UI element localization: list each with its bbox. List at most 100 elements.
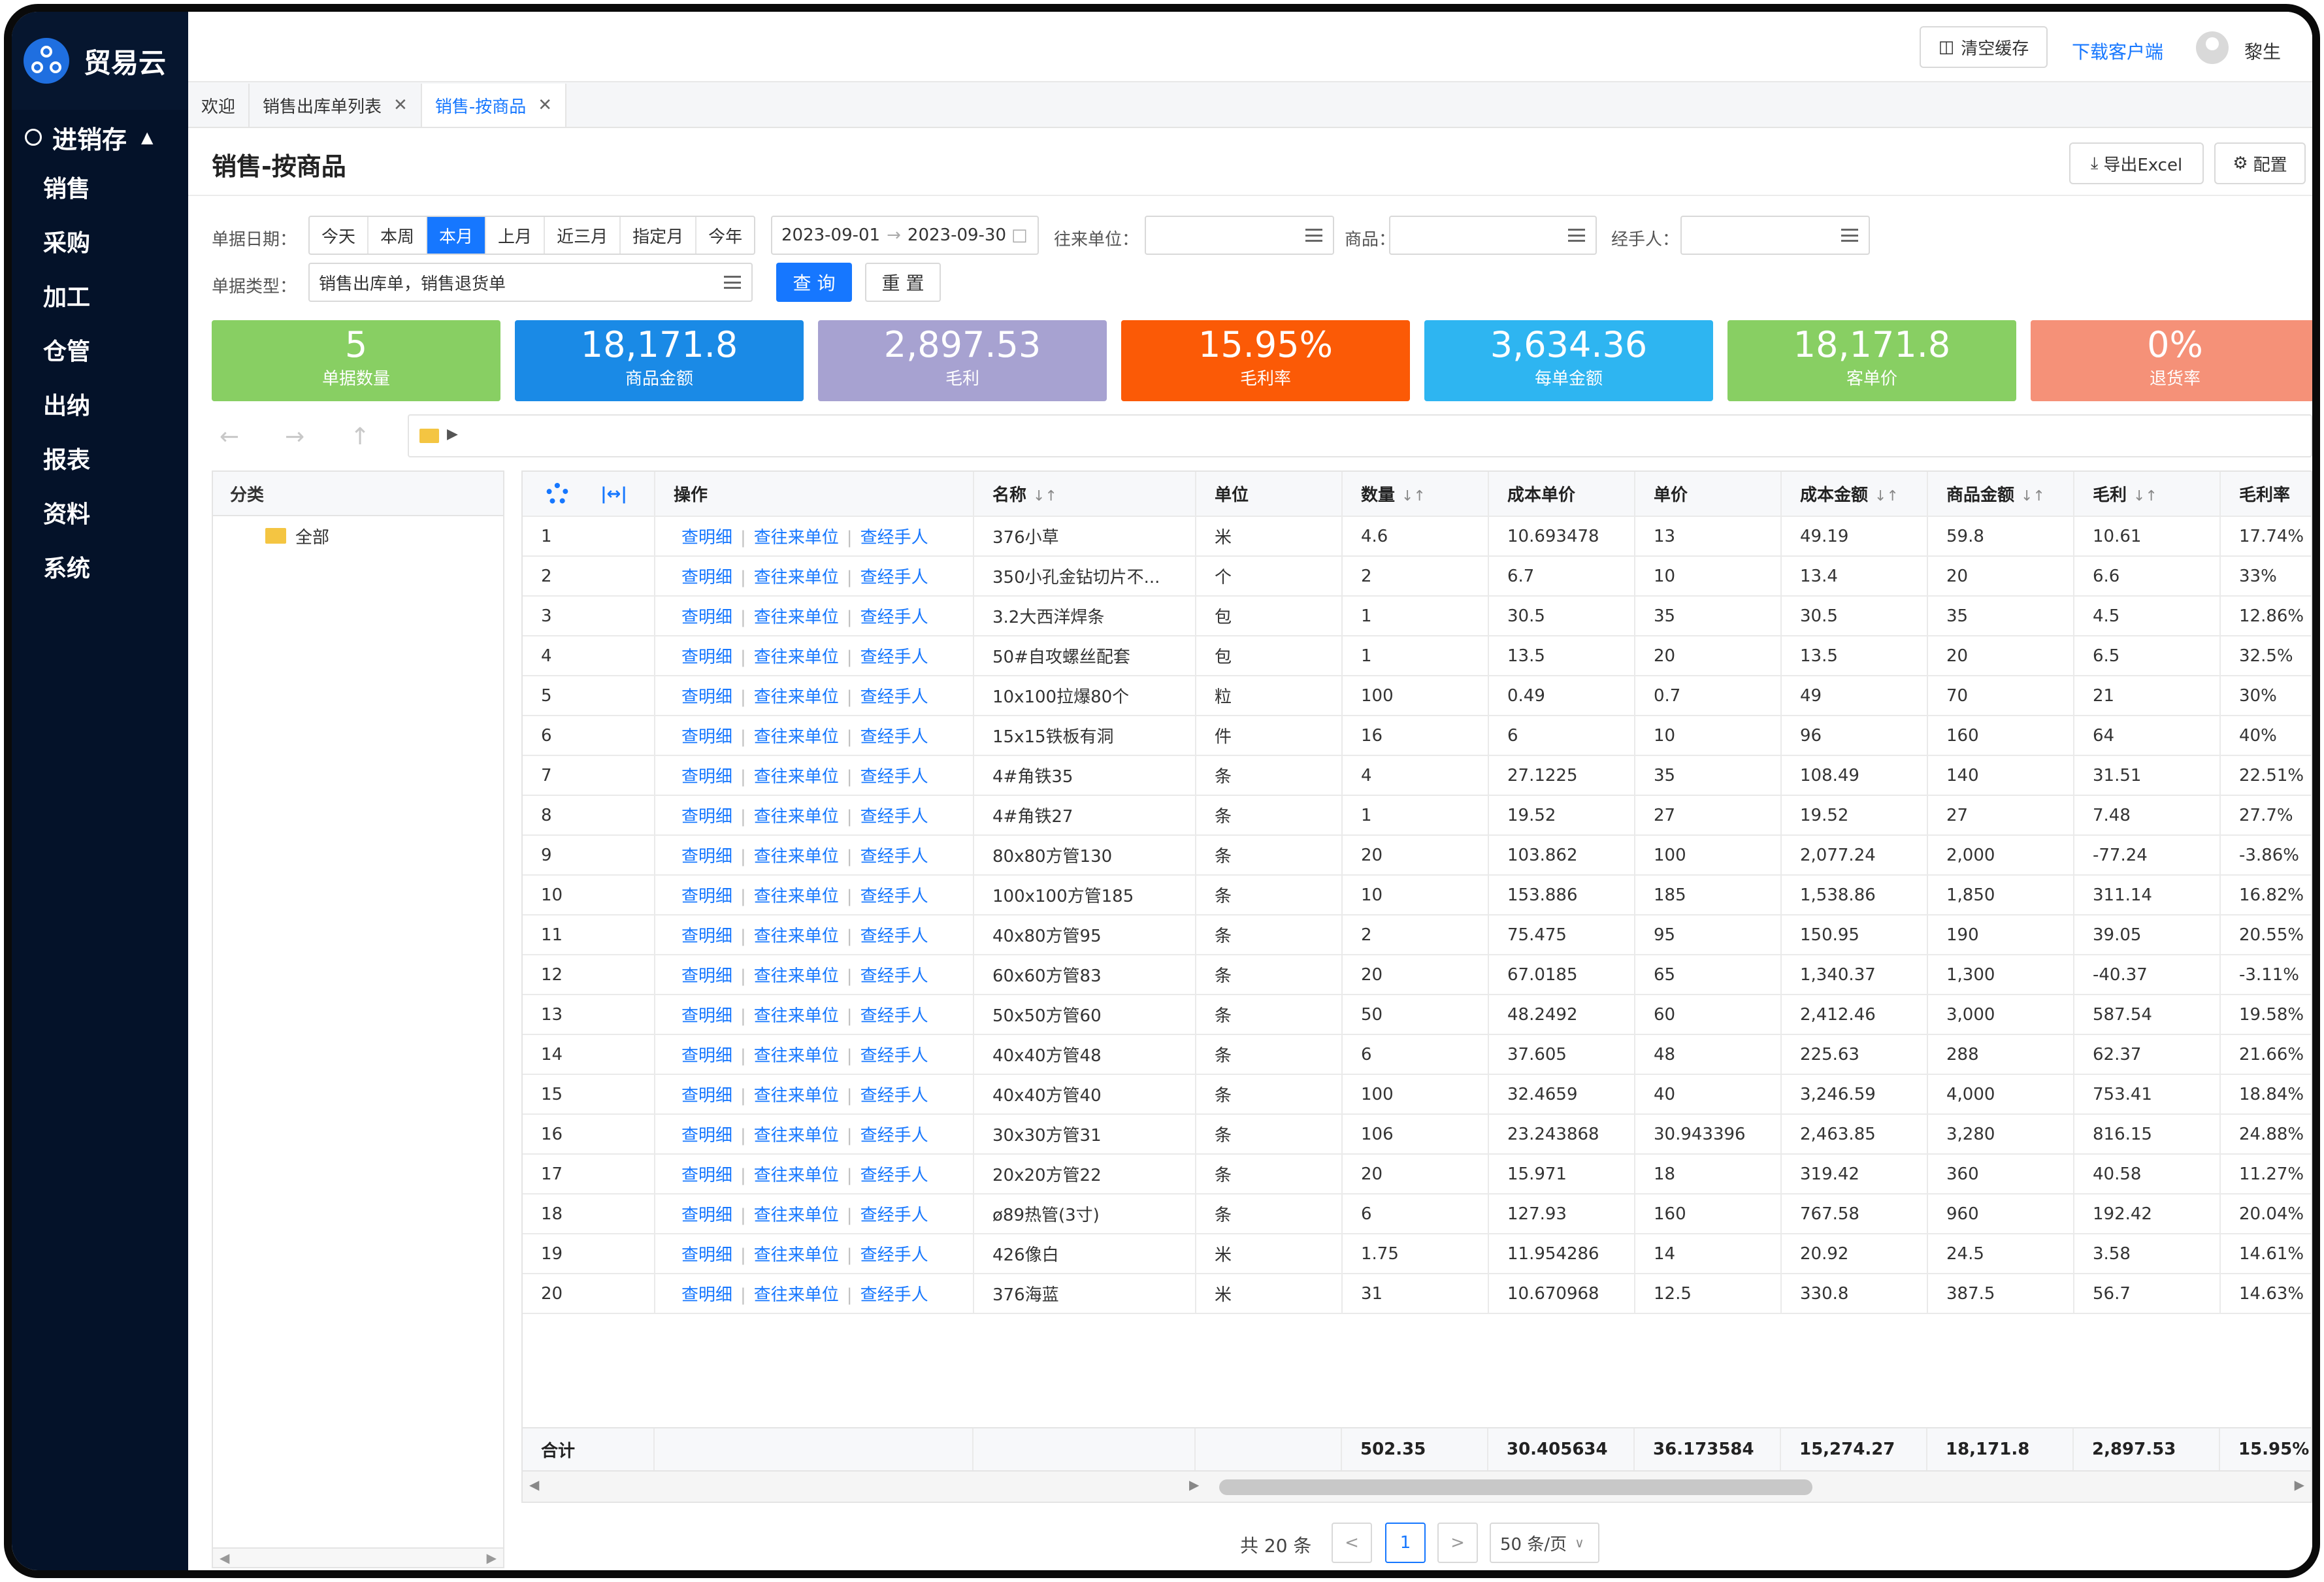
config-button[interactable]: ⚙ 配置 bbox=[2214, 142, 2306, 184]
action-detail-link[interactable]: 查明细 bbox=[681, 1046, 732, 1066]
clear-cache-button[interactable]: ◫ 清空缓存 bbox=[1920, 26, 2048, 68]
back-arrow-icon[interactable]: ← bbox=[220, 423, 239, 450]
sidebar-item-purchase[interactable]: 采购 bbox=[12, 214, 188, 268]
action-handler-link[interactable]: 查经手人 bbox=[860, 1006, 928, 1026]
export-excel-button[interactable]: ⤓ 导出Excel bbox=[2069, 142, 2204, 184]
date-range-picker[interactable]: 2023-09-01 → 2023-09-30 □ bbox=[771, 216, 1039, 255]
sidebar-item-data[interactable]: 资料 bbox=[12, 485, 188, 539]
partner-input[interactable] bbox=[1145, 216, 1334, 255]
list-icon[interactable] bbox=[724, 276, 741, 289]
date-option-year[interactable]: 今年 bbox=[696, 217, 754, 254]
action-detail-link[interactable]: 查明细 bbox=[681, 767, 732, 787]
sort-icon[interactable]: ↓↑ bbox=[2021, 488, 2045, 504]
action-handler-link[interactable]: 查经手人 bbox=[860, 767, 928, 787]
action-detail-link[interactable]: 查明细 bbox=[681, 927, 732, 946]
sidebar-item-reports[interactable]: 报表 bbox=[12, 431, 188, 485]
action-partner-link[interactable]: 查往来单位 bbox=[754, 887, 839, 906]
sort-icon[interactable]: ↓↑ bbox=[1033, 488, 1057, 504]
action-handler-link[interactable]: 查经手人 bbox=[860, 1166, 928, 1185]
scroll-right-icon[interactable]: ▶ bbox=[1189, 1477, 1199, 1492]
forward-arrow-icon[interactable]: → bbox=[285, 423, 304, 450]
sidebar-item-sales[interactable]: 销售 bbox=[12, 159, 188, 214]
action-partner-link[interactable]: 查往来单位 bbox=[754, 1046, 839, 1066]
action-detail-link[interactable]: 查明细 bbox=[681, 568, 732, 587]
query-button[interactable]: 查 询 bbox=[776, 263, 852, 302]
sort-icon[interactable]: ↓↑ bbox=[2133, 488, 2157, 504]
col-cost-amount[interactable]: 成本金额 ↓↑ bbox=[1781, 472, 1928, 517]
action-partner-link[interactable]: 查往来单位 bbox=[754, 1086, 839, 1106]
action-detail-link[interactable]: 查明细 bbox=[681, 807, 732, 827]
scrollbar-thumb[interactable] bbox=[1219, 1479, 1812, 1495]
close-icon[interactable]: ✕ bbox=[538, 95, 552, 115]
scroll-right-icon[interactable]: ▶ bbox=[2295, 1477, 2304, 1492]
reset-button[interactable]: 重 置 bbox=[865, 263, 941, 302]
table-horizontal-scrollbar[interactable]: ◀ ▶ ▶ bbox=[523, 1470, 2311, 1502]
action-handler-link[interactable]: 查经手人 bbox=[860, 887, 928, 906]
action-handler-link[interactable]: 查经手人 bbox=[860, 966, 928, 986]
action-handler-link[interactable]: 查经手人 bbox=[860, 807, 928, 827]
caret-right-icon[interactable]: ▶ bbox=[447, 426, 458, 442]
action-partner-link[interactable]: 查往来单位 bbox=[754, 1206, 839, 1225]
action-handler-link[interactable]: 查经手人 bbox=[860, 1245, 928, 1265]
action-handler-link[interactable]: 查经手人 bbox=[860, 687, 928, 707]
sidebar-item-processing[interactable]: 加工 bbox=[12, 268, 188, 322]
sort-icon[interactable]: ↓↑ bbox=[1874, 488, 1899, 504]
action-partner-link[interactable]: 查往来单位 bbox=[754, 648, 839, 667]
fit-width-icon[interactable]: |↔| bbox=[600, 484, 627, 504]
scroll-left-icon[interactable]: ◀ bbox=[220, 1550, 229, 1566]
page-size-select[interactable]: 50 条/页 ∨ bbox=[1490, 1523, 1599, 1563]
action-detail-link[interactable]: 查明细 bbox=[681, 608, 732, 627]
action-partner-link[interactable]: 查往来单位 bbox=[754, 528, 839, 548]
action-detail-link[interactable]: 查明细 bbox=[681, 687, 732, 707]
action-handler-link[interactable]: 查经手人 bbox=[860, 648, 928, 667]
document-type-select[interactable]: 销售出库单，销售退货单 bbox=[308, 263, 753, 302]
sidebar-item-warehouse[interactable]: 仓管 bbox=[12, 322, 188, 376]
sort-icon[interactable]: ↓↑ bbox=[1401, 488, 1426, 504]
action-handler-link[interactable]: 查经手人 bbox=[860, 927, 928, 946]
action-handler-link[interactable]: 查经手人 bbox=[860, 847, 928, 866]
scroll-right-icon[interactable]: ▶ bbox=[487, 1550, 497, 1566]
action-handler-link[interactable]: 查经手人 bbox=[860, 1086, 928, 1106]
date-option-month[interactable]: 本月 bbox=[427, 217, 487, 254]
goods-input[interactable] bbox=[1389, 216, 1597, 255]
date-option-three-months[interactable]: 近三月 bbox=[545, 217, 621, 254]
tab-sales-by-goods[interactable]: 销售-按商品 ✕ bbox=[421, 84, 567, 127]
action-handler-link[interactable]: 查经手人 bbox=[860, 568, 928, 587]
action-detail-link[interactable]: 查明细 bbox=[681, 1166, 732, 1185]
action-detail-link[interactable]: 查明细 bbox=[681, 1285, 732, 1305]
action-partner-link[interactable]: 查往来单位 bbox=[754, 1126, 839, 1145]
action-handler-link[interactable]: 查经手人 bbox=[860, 1046, 928, 1066]
action-detail-link[interactable]: 查明细 bbox=[681, 966, 732, 986]
col-name[interactable]: 名称 ↓↑ bbox=[974, 472, 1196, 517]
tab-sales-outbound-list[interactable]: 销售出库单列表 ✕ bbox=[250, 84, 422, 127]
action-partner-link[interactable]: 查往来单位 bbox=[754, 1285, 839, 1305]
action-partner-link[interactable]: 查往来单位 bbox=[754, 927, 839, 946]
avatar[interactable] bbox=[2196, 31, 2229, 64]
logo[interactable]: 贸易云 bbox=[12, 12, 188, 110]
action-detail-link[interactable]: 查明细 bbox=[681, 1006, 732, 1026]
action-partner-link[interactable]: 查往来单位 bbox=[754, 568, 839, 587]
action-partner-link[interactable]: 查往来单位 bbox=[754, 1245, 839, 1265]
sidebar-item-cashier[interactable]: 出纳 bbox=[12, 376, 188, 431]
action-handler-link[interactable]: 查经手人 bbox=[860, 727, 928, 747]
handler-input[interactable] bbox=[1680, 216, 1870, 255]
action-detail-link[interactable]: 查明细 bbox=[681, 528, 732, 548]
tab-welcome[interactable]: 欢迎 bbox=[188, 84, 250, 127]
date-option-specified-month[interactable]: 指定月 bbox=[621, 217, 697, 254]
action-partner-link[interactable]: 查往来单位 bbox=[754, 1006, 839, 1026]
action-detail-link[interactable]: 查明细 bbox=[681, 727, 732, 747]
date-option-today[interactable]: 今天 bbox=[310, 217, 369, 254]
action-detail-link[interactable]: 查明细 bbox=[681, 1086, 732, 1106]
list-icon[interactable] bbox=[1568, 229, 1585, 242]
action-handler-link[interactable]: 查经手人 bbox=[860, 1126, 928, 1145]
action-partner-link[interactable]: 查往来单位 bbox=[754, 727, 839, 747]
action-partner-link[interactable]: 查往来单位 bbox=[754, 847, 839, 866]
next-page-button[interactable]: > bbox=[1437, 1523, 1478, 1563]
settings-gear-icon[interactable] bbox=[546, 482, 568, 505]
folder-path[interactable]: ▶ bbox=[408, 414, 2312, 457]
action-partner-link[interactable]: 查往来单位 bbox=[754, 807, 839, 827]
action-handler-link[interactable]: 查经手人 bbox=[860, 608, 928, 627]
date-option-week[interactable]: 本周 bbox=[368, 217, 428, 254]
sidebar-item-system[interactable]: 系统 bbox=[12, 539, 188, 593]
list-icon[interactable] bbox=[1841, 229, 1858, 242]
